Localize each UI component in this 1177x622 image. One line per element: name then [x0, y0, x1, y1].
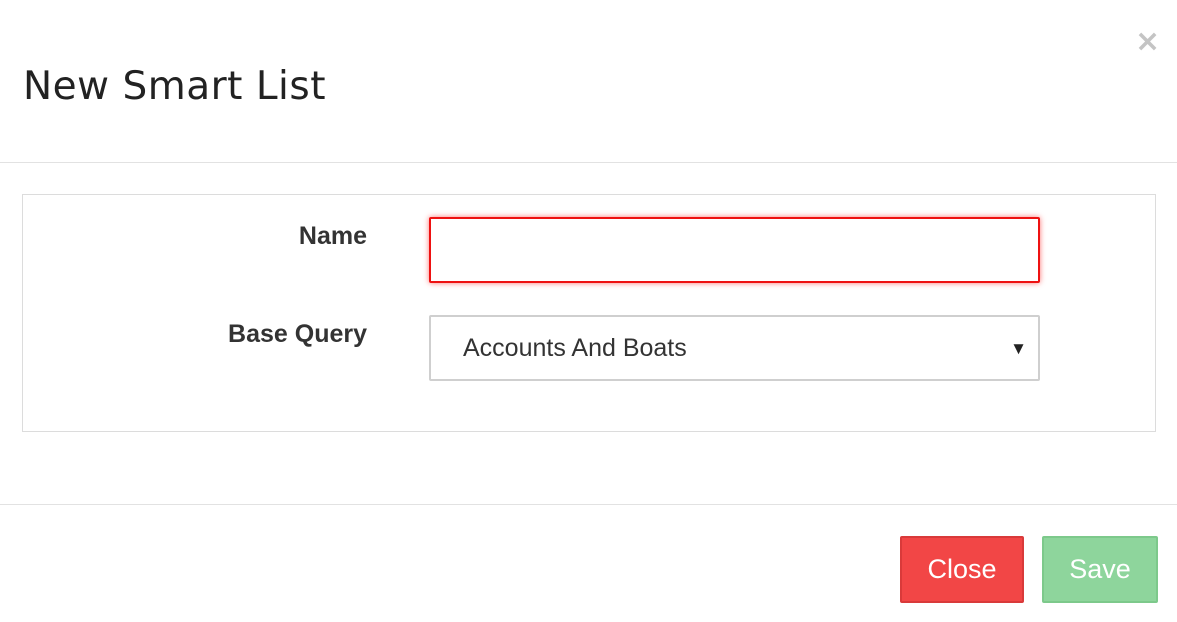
close-icon[interactable]: ×: [1135, 27, 1160, 57]
dialog-title: New Smart List: [23, 64, 327, 109]
footer-divider: [0, 504, 1177, 505]
name-label: Name: [298, 222, 367, 250]
new-smart-list-dialog: New Smart List × Name Base Query Account…: [0, 0, 1177, 622]
form-panel: Name Base Query Accounts And Boats ▼: [22, 194, 1156, 432]
name-input[interactable]: [429, 217, 1040, 283]
dialog-header: New Smart List ×: [0, 0, 1177, 163]
base-query-label: Base Query: [228, 320, 367, 348]
base-query-select[interactable]: Accounts And Boats ▼: [429, 315, 1040, 381]
close-button[interactable]: Close: [900, 536, 1024, 603]
base-query-selected-value: Accounts And Boats: [463, 334, 687, 362]
caret-down-icon: ▼: [1010, 339, 1027, 358]
save-button[interactable]: Save: [1042, 536, 1158, 603]
